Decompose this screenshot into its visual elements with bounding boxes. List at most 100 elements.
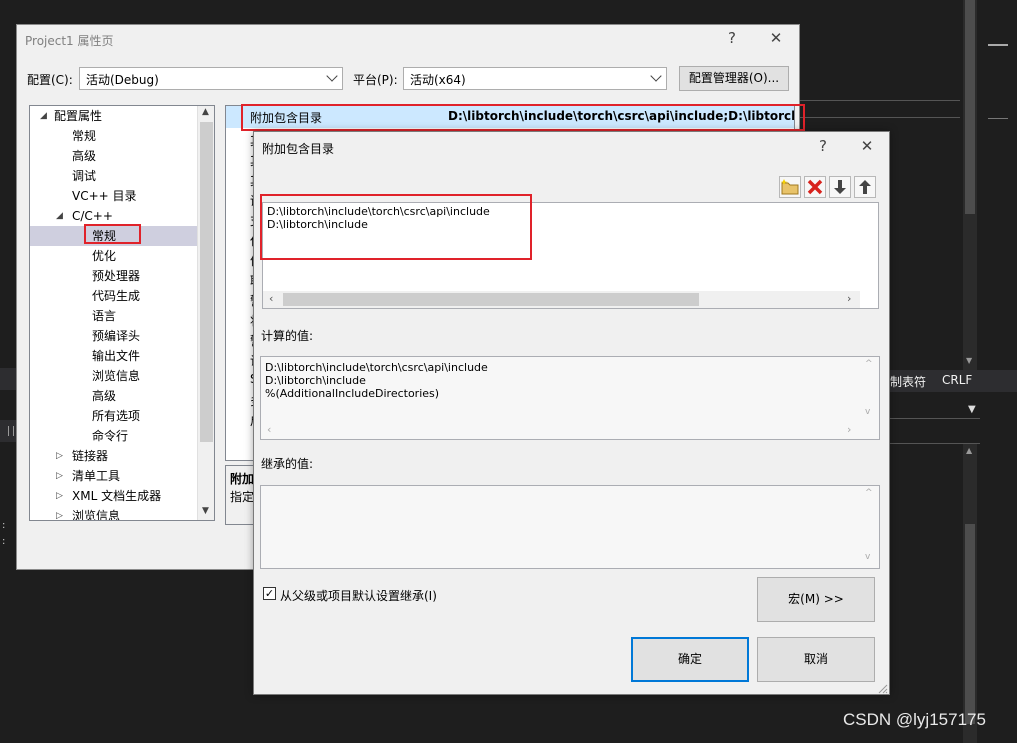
scroll-down-icon: v [865,552,871,562]
dialog-close-button[interactable]: ✕ [852,137,882,155]
tree-item-label: 优化 [92,249,117,263]
desc-text: 指定 [230,490,255,504]
close-button[interactable]: ✕ [761,29,791,47]
tree-item-label: 配置属性 [54,109,103,123]
tree-item-label: XML 文档生成器 [72,489,162,503]
tree-item[interactable]: 所有选项 [30,406,197,426]
tree-item[interactable]: 语言 [30,306,197,326]
dialog-help-button[interactable]: ? [808,137,838,155]
tree-item[interactable]: 常规 [30,126,197,146]
tree-item[interactable]: ▷ XML 文档生成器 [30,486,197,506]
tree-item[interactable]: 浏览信息 [30,366,197,386]
computed-values-box: D:\libtorch\include\torch\csrc\api\inclu… [260,356,880,440]
collapsed-arrow-icon[interactable]: ▷ [56,446,63,466]
tree-item[interactable]: 预处理器 [30,266,197,286]
computed-line-1: D:\libtorch\include\torch\csrc\api\inclu… [265,361,488,374]
tree-item[interactable]: ◢ 配置属性 [30,106,197,126]
ide-output-scroll-thumb[interactable] [965,524,975,724]
config-combo[interactable]: 活动(Debug) [79,67,343,90]
move-up-icon[interactable] [854,176,876,198]
config-label: 配置(C): [27,73,73,87]
ide-scrollbar-thumb[interactable] [965,0,975,214]
inherited-values-box: ^ v [260,485,880,569]
tree-scrollbar[interactable]: ▲ ▼ [197,106,214,520]
ok-button[interactable]: 确定 [631,637,749,682]
new-folder-icon[interactable] [779,176,801,198]
include-hscrollbar[interactable]: ‹ › [263,291,860,308]
tree-item-label: 常规 [72,129,97,143]
expanded-arrow-icon[interactable]: ◢ [40,106,47,126]
inherit-checkbox-label[interactable]: 从父级或项目默认设置继承(I) [280,587,437,604]
tree-item-label: 语言 [92,309,117,323]
tree-item[interactable]: 输出文件 [30,346,197,366]
tree-highlight-box [84,224,141,244]
computed-line-2: D:\libtorch\include [265,374,366,387]
property-tree: ◢ 配置属性 常规 高级 调试 VC++ 目录 ◢ C/C++ 常规 优化 预处理器 代码生成 语言 预编… [29,105,215,521]
tree-item-label: 浏览信息 [72,509,121,521]
computed-label: 计算的值: [261,329,314,343]
chevron-down-icon [326,70,338,82]
scroll-up-icon[interactable]: ▲ [202,107,209,117]
collapsed-arrow-icon[interactable]: ▷ [56,486,63,506]
status-tabs[interactable]: 制表符 [890,373,926,390]
ide-output-scrollbar[interactable]: ▲ [963,444,977,743]
tree-item-label: 浏览信息 [92,369,141,383]
help-button[interactable]: ? [717,29,747,47]
tree-item[interactable]: ▷ 浏览信息 [30,506,197,521]
include-hscroll-thumb[interactable] [283,293,699,306]
collapsed-arrow-icon[interactable]: ▷ [56,506,63,520]
config-manager-button[interactable]: 配置管理器(O)... [679,66,789,91]
resize-grip-icon[interactable] [876,682,888,694]
computed-line-3: %(AdditionalIncludeDirectories) [265,387,440,400]
ide-scroll-down-icon[interactable]: ▼ [966,356,972,365]
cancel-button[interactable]: 取消 [757,637,875,682]
delete-icon[interactable] [804,176,826,198]
tree-item[interactable]: ▷ 清单工具 [30,466,197,486]
scroll-right-icon[interactable]: › [847,292,851,305]
tree-item-label: 命令行 [92,429,129,443]
scroll-left-icon[interactable]: ‹ [269,292,273,305]
scroll-left-icon: ‹ [267,423,272,436]
tree-item[interactable]: ▷ 链接器 [30,446,197,466]
csdn-watermark: CSDN @lyj157175 [843,710,986,729]
ide-output-panel [890,418,980,444]
move-down-icon[interactable] [829,176,851,198]
tree-item[interactable]: 高级 [30,146,197,166]
tree-scroll-thumb[interactable] [200,122,213,442]
tree-item[interactable]: VC++ 目录 [30,186,197,206]
collapsed-arrow-icon[interactable]: ▷ [56,466,63,486]
expanded-arrow-icon[interactable]: ◢ [56,206,63,226]
chevron-down-icon [650,70,662,82]
platform-combo[interactable]: 活动(x64) [403,67,667,90]
tree-item[interactable]: ◢ C/C++ [30,206,197,226]
macro-button[interactable]: 宏(M) >> [757,577,875,622]
ide-dropdown-icon[interactable]: ▼ [968,404,976,415]
ide-minimap-mark [988,44,1008,46]
grid-highlight-box [241,104,805,131]
scroll-down-icon[interactable]: ▼ [202,506,209,516]
include-highlight-box [260,194,532,260]
tree-item-label: 高级 [92,389,117,403]
ide-editor-line [800,100,960,118]
tree-item[interactable]: 优化 [30,246,197,266]
tree-item-label: VC++ 目录 [72,189,137,203]
tree-item-label: 输出文件 [92,349,141,363]
tree-item[interactable]: 预编译头 [30,326,197,346]
status-eol[interactable]: CRLF [942,373,972,387]
tree-item[interactable]: 高级 [30,386,197,406]
inherit-checkbox[interactable]: ✓ [263,587,276,600]
tree-item[interactable]: 代码生成 [30,286,197,306]
platform-label: 平台(P): [353,73,398,87]
include-dirs-dialog: 附加包含目录 ? ✕ D:\libtorch\include\torch\csr… [253,131,890,695]
window-title: Project1 属性页 [25,34,114,48]
ide-minimap-mark-2 [988,118,1008,119]
tree-item-label: 链接器 [72,449,109,463]
scroll-up-icon: ^ [865,488,873,498]
tree-item[interactable]: 命令行 [30,426,197,446]
tree-item-label: 所有选项 [92,409,141,423]
ide-vertical-scrollbar[interactable]: ▼ [963,0,977,370]
tree-item-label: C/C++ [72,209,113,223]
ide-left-icon [8,426,14,436]
tree-item[interactable]: 调试 [30,166,197,186]
ide-output-scroll-up-icon[interactable]: ▲ [966,446,972,455]
